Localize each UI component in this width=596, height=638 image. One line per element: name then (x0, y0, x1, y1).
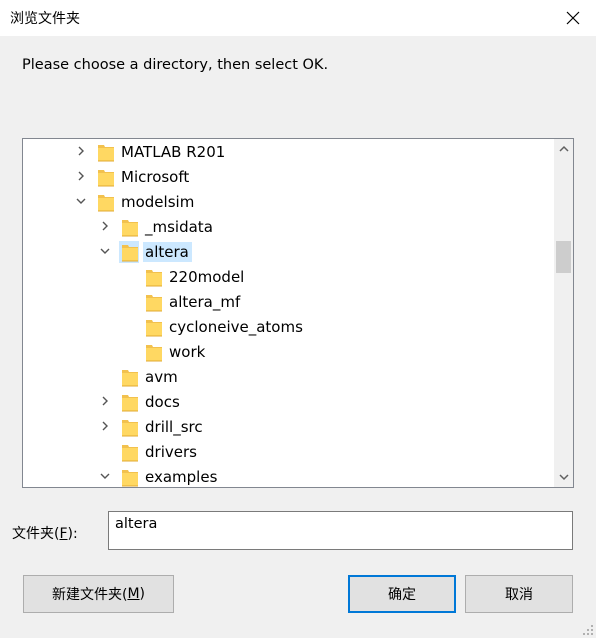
chevron-collapsed-icon[interactable] (75, 145, 87, 157)
tree-item[interactable]: avm (119, 364, 181, 389)
title-bar: 浏览文件夹 (0, 0, 596, 36)
folder-icon (119, 416, 139, 438)
tree-item-label: work (169, 342, 206, 361)
folder-icon (119, 466, 139, 488)
ok-label: 确定 (388, 587, 416, 603)
chevron-collapsed-icon[interactable] (99, 395, 111, 407)
tree-item-label: altera (143, 241, 192, 262)
folder-icon (143, 341, 163, 363)
resize-grip-icon[interactable] (582, 624, 594, 636)
vertical-scrollbar[interactable] (554, 139, 573, 487)
tree-item[interactable]: MATLAB R201 (78, 139, 228, 164)
tree-item-label: MATLAB R201 (121, 142, 226, 161)
tree-item-label: avm (145, 367, 178, 386)
close-icon (566, 11, 580, 25)
tree-item-label: drivers (145, 442, 197, 461)
tree-item[interactable]: modelsim (76, 189, 197, 214)
tree-item-label: _msidata (145, 217, 213, 236)
folder-icon (143, 316, 163, 338)
tree-item[interactable]: altera (100, 239, 192, 264)
tree-item-label: modelsim (121, 192, 195, 211)
chevron-expanded-icon[interactable] (75, 195, 87, 207)
new-folder-button[interactable]: 新建文件夹(M) (23, 575, 174, 613)
tree-item[interactable]: 220model (143, 264, 247, 289)
tree-item[interactable]: work (143, 339, 208, 364)
tree-item-label: drill_src (145, 417, 203, 436)
new-folder-accelerator: M (127, 586, 140, 602)
cancel-label: 取消 (505, 587, 533, 603)
tree-item-label: 220model (169, 267, 245, 286)
scroll-thumb[interactable] (556, 241, 571, 274)
tree-item-label: docs (145, 392, 180, 411)
tree-item[interactable]: examples (100, 464, 220, 488)
ok-button[interactable]: 确定 (348, 575, 456, 613)
tree-item[interactable]: docs (102, 389, 183, 414)
folder-input[interactable] (108, 511, 573, 550)
chevron-expanded-icon[interactable] (99, 245, 111, 257)
new-folder-label-end: ) (139, 586, 146, 602)
chevron-collapsed-icon[interactable] (99, 420, 111, 432)
tree-item-label: altera_mf (169, 292, 241, 311)
folder-field-label: 文件夹(F): (12, 523, 78, 543)
window-title: 浏览文件夹 (10, 11, 80, 27)
chevron-collapsed-icon[interactable] (99, 220, 111, 232)
chevron-expanded-icon[interactable] (99, 470, 111, 482)
chevron-down-icon (558, 474, 569, 481)
tree-item[interactable]: drivers (119, 439, 200, 464)
folder-icon (119, 240, 139, 263)
scroll-down-button[interactable] (554, 468, 573, 487)
folder-icon (143, 291, 163, 313)
tree-item[interactable]: cycloneive_atoms (143, 314, 306, 339)
new-folder-label: 新建文件夹( (51, 587, 128, 603)
folder-icon (119, 441, 139, 463)
folder-label-text: 文件夹( (12, 526, 60, 542)
tree-item[interactable]: _msidata (102, 214, 216, 239)
folder-label-end: ): (67, 526, 78, 542)
tree-item[interactable]: Microsoft (78, 164, 192, 189)
chevron-collapsed-icon[interactable] (75, 170, 87, 182)
folder-icon (119, 366, 139, 388)
instruction-text: Please choose a directory, then select O… (22, 57, 329, 73)
tree-item[interactable]: drill_src (102, 414, 206, 439)
folder-icon (95, 141, 115, 163)
close-button[interactable] (550, 0, 596, 36)
scroll-up-button[interactable] (554, 139, 573, 158)
tree-item-label: examples (145, 467, 218, 486)
tree-item-label: cycloneive_atoms (169, 317, 303, 336)
folder-icon (119, 391, 139, 413)
folder-icon (119, 216, 139, 238)
folder-tree[interactable]: MATLAB R201 Microsoft modelsim _msidataalte… (22, 138, 574, 488)
chevron-up-icon (558, 145, 569, 152)
folder-icon (143, 266, 163, 288)
cancel-button[interactable]: 取消 (465, 575, 573, 613)
folder-icon (95, 166, 115, 188)
tree-item[interactable]: altera_mf (143, 289, 243, 314)
folder-label-accelerator: F (59, 526, 68, 542)
folder-icon (95, 191, 115, 213)
tree-item-label: Microsoft (121, 167, 190, 186)
